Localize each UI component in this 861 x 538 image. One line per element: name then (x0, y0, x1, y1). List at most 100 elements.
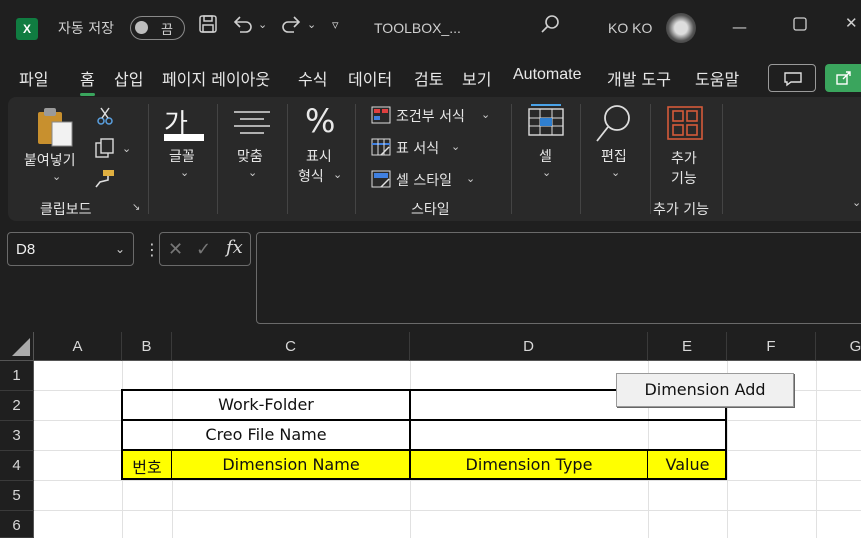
percent-icon[interactable]: % (305, 102, 335, 140)
editing-label[interactable]: 편집 (601, 146, 627, 166)
row-header-6[interactable]: 6 (0, 511, 34, 538)
table-format-icon[interactable] (371, 138, 391, 160)
clipboard-launcher-icon[interactable]: ↘ (132, 202, 140, 213)
column-header-b[interactable]: B (122, 332, 172, 361)
row-header-5[interactable]: 5 (0, 481, 34, 511)
cell-e4[interactable]: Value (648, 455, 727, 474)
select-all-corner[interactable] (0, 332, 34, 361)
tab-help[interactable]: 도움말 (695, 66, 739, 90)
cells-icon[interactable] (527, 103, 565, 141)
gridline (34, 480, 861, 481)
tab-review[interactable]: 검토 (414, 66, 443, 90)
dimension-add-button[interactable]: Dimension Add (616, 373, 794, 407)
file-name: TOOLBOX_... (374, 20, 461, 36)
minimize-icon[interactable]: — (732, 18, 747, 36)
tab-formulas[interactable]: 수식 (298, 66, 327, 90)
paste-dropdown-icon[interactable]: ⌄ (52, 170, 61, 183)
font-label[interactable]: 글꼴 (169, 146, 195, 166)
addins-label-1[interactable]: 추가 (671, 148, 697, 168)
clipboard-group-label: 클립보드 (40, 202, 92, 218)
addins-label-2[interactable]: 기능 (671, 168, 697, 188)
name-box[interactable]: D8 ⌄ (7, 232, 134, 266)
styles-group-label: 스타일 (411, 202, 450, 218)
title-bar: X 자동 저장 끔 ⌄ ⌄ ▿ TOOLBOX_... KO KO — ✕ (0, 0, 861, 58)
column-header-d[interactable]: D (410, 332, 648, 361)
search-icon[interactable] (540, 14, 560, 39)
name-box-value: D8 (16, 241, 36, 258)
cell-c3[interactable]: Creo File Name (122, 425, 410, 444)
column-header-a[interactable]: A (34, 332, 122, 361)
conditional-format-dropdown-icon[interactable]: ⌄ (481, 108, 490, 121)
cells-dropdown-icon[interactable]: ⌄ (542, 166, 551, 179)
redo-dropdown-icon[interactable]: ⌄ (307, 18, 316, 31)
editing-dropdown-icon[interactable]: ⌄ (611, 166, 620, 179)
row-header-1[interactable]: 1 (0, 361, 34, 391)
column-header-f[interactable]: F (727, 332, 816, 361)
conditional-format-label[interactable]: 조건부 서식 (396, 106, 465, 126)
align-dropdown-icon[interactable]: ⌄ (248, 166, 257, 179)
gridline (34, 510, 861, 511)
more-options-icon[interactable]: ⋮ (144, 240, 160, 259)
cells-label[interactable]: 셀 (539, 146, 552, 166)
row-header-2[interactable]: 2 (0, 391, 34, 421)
tab-view[interactable]: 보기 (462, 66, 491, 90)
user-name: KO KO (608, 20, 653, 36)
tab-file[interactable]: 파일 (19, 66, 48, 90)
tab-developer[interactable]: 개발 도구 (607, 66, 671, 90)
ribbon-collapse-icon[interactable]: ⌄ (852, 196, 861, 209)
name-box-dropdown-icon[interactable]: ⌄ (115, 242, 125, 256)
maximize-icon[interactable] (792, 16, 808, 36)
table-format-dropdown-icon[interactable]: ⌄ (451, 140, 460, 153)
autosave-label: 자동 저장 (58, 21, 114, 37)
table-format-label[interactable]: 표 서식 (396, 138, 439, 158)
share-button[interactable] (825, 64, 861, 92)
formula-input[interactable] (256, 232, 861, 324)
conditional-format-icon[interactable] (371, 106, 391, 128)
column-header-c[interactable]: C (172, 332, 410, 361)
align-label[interactable]: 맞춤 (237, 146, 263, 166)
tab-insert[interactable]: 삽입 (114, 66, 143, 90)
column-header-g[interactable]: G (816, 332, 861, 361)
cell-style-icon[interactable] (371, 170, 391, 192)
row-header-3[interactable]: 3 (0, 421, 34, 451)
cell-c4[interactable]: Dimension Name (172, 455, 410, 474)
paste-label[interactable]: 붙여넣기 (24, 150, 76, 170)
cancel-icon[interactable]: ✕ (168, 239, 183, 260)
number-format-label-2[interactable]: 형식 (298, 166, 324, 186)
ribbon-tabs: 파일 홈 삽입 페이지 레이아웃 수식 데이터 검토 보기 Automate 개… (0, 62, 861, 96)
cell-d4[interactable]: Dimension Type (410, 455, 648, 474)
paste-icon[interactable] (34, 106, 78, 152)
avatar[interactable] (666, 13, 696, 43)
tab-page-layout[interactable]: 페이지 레이아웃 (162, 66, 270, 90)
cell-c2[interactable]: Work-Folder (122, 395, 410, 414)
align-icon[interactable] (234, 110, 270, 140)
close-icon[interactable]: ✕ (845, 14, 858, 32)
cell-style-dropdown-icon[interactable]: ⌄ (466, 172, 475, 185)
cell-style-label[interactable]: 셀 스타일 (396, 170, 452, 190)
enter-icon[interactable]: ✓ (196, 239, 211, 260)
tab-data[interactable]: 데이터 (348, 66, 392, 90)
insert-function-icon[interactable]: fx (226, 237, 243, 258)
addins-icon[interactable] (667, 106, 703, 144)
ribbon-divider (217, 104, 218, 214)
save-icon[interactable] (198, 14, 218, 39)
cell-b4[interactable]: 번호 (122, 454, 172, 478)
autosave-toggle[interactable]: 끔 (130, 16, 185, 40)
redo-icon[interactable] (280, 14, 302, 39)
row-header-4[interactable]: 4 (0, 451, 34, 481)
copy-dropdown-icon[interactable]: ⌄ (122, 142, 131, 155)
tab-home[interactable]: 홈 (80, 66, 95, 96)
comments-button[interactable] (768, 64, 816, 92)
undo-dropdown-icon[interactable]: ⌄ (258, 18, 267, 31)
cut-icon[interactable] (96, 106, 114, 130)
customize-toolbar-icon[interactable]: ▿ (332, 18, 339, 33)
number-format-label-1[interactable]: 표시 (306, 146, 332, 166)
font-dropdown-icon[interactable]: ⌄ (180, 166, 189, 179)
editing-search-icon[interactable] (595, 103, 633, 147)
copy-icon[interactable] (94, 137, 116, 163)
undo-icon[interactable] (232, 14, 254, 39)
format-painter-icon[interactable] (94, 168, 116, 192)
number-format-dropdown-icon[interactable]: ⌄ (333, 168, 342, 181)
column-header-e[interactable]: E (648, 332, 727, 361)
tab-automate[interactable]: Automate (513, 66, 581, 84)
